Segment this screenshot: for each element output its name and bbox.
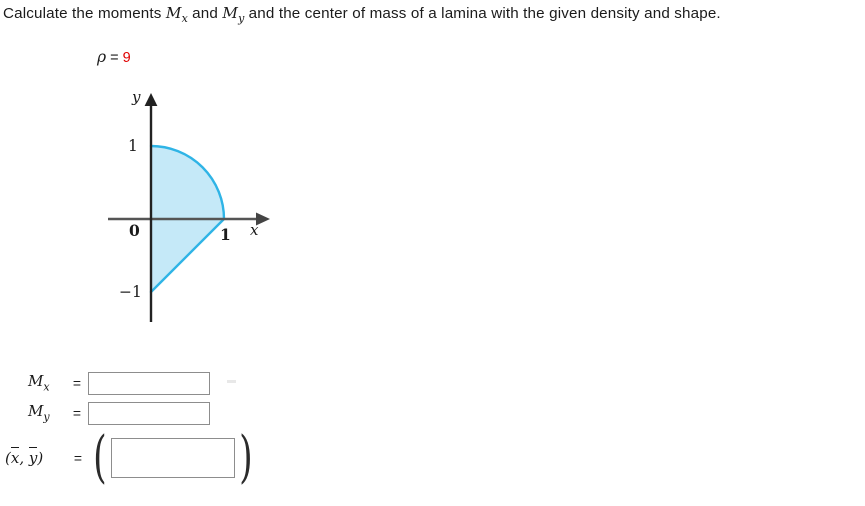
answer-row-centroid: (x, y) = ( ) [5, 424, 257, 490]
centroid-close-paren: ) [37, 449, 44, 467]
render-artifact [227, 380, 236, 383]
x-tick-label-1: 1 [220, 225, 231, 244]
answer-label-centroid: (x, y) [5, 446, 67, 467]
mx-base: M [28, 372, 44, 391]
moment-my-symbol: M [222, 4, 239, 22]
my-base: M [28, 402, 44, 421]
my-input[interactable] [88, 401, 210, 425]
lamina-figure: y x 1 −1 0 1 [92, 88, 302, 338]
centroid-big-open-paren: ( [93, 424, 107, 490]
y-tick-label-minus-1: −1 [119, 283, 142, 301]
x-bar: x [10, 446, 20, 467]
answer-row-my: My = [28, 400, 210, 426]
origin-label: 0 [129, 221, 140, 240]
mx-input[interactable] [88, 371, 210, 395]
y-tick-label-1: 1 [128, 137, 138, 155]
prompt-text-part-3: and the center of mass of a lamina with … [244, 5, 721, 22]
density-equation: ρ = 9 [97, 48, 131, 66]
answer-label-my: My [28, 402, 66, 423]
x-axis-label: x [250, 221, 259, 239]
mx-subscript: x [43, 380, 50, 394]
centroid-big-close-paren: ) [239, 424, 253, 490]
problem-statement: Calculate the moments Mx and My and the … [3, 3, 865, 29]
my-equals-sign: = [72, 405, 82, 421]
prompt-text-part-2: and [187, 5, 223, 22]
centroid-comma: , [19, 449, 29, 467]
y-axis-label: y [132, 88, 141, 106]
moment-mx-symbol: M [165, 4, 182, 22]
answer-label-mx: Mx [28, 372, 66, 393]
centroid-equals-sign: = [73, 450, 83, 466]
centroid-input[interactable] [110, 438, 235, 478]
mx-equals-sign: = [72, 375, 82, 391]
y-bar: y [28, 446, 38, 467]
prompt-text-part-1: Calculate the moments [3, 5, 166, 22]
y-axis-arrowhead [144, 93, 158, 106]
answer-fields: Mx = My = (x, y) = ( ) [0, 368, 300, 503]
rho-symbol: ρ [97, 48, 107, 66]
density-value: 9 [122, 50, 131, 66]
answer-row-mx: Mx = [28, 370, 210, 396]
density-equals-sign: = [110, 50, 119, 66]
my-subscript: y [43, 410, 50, 424]
